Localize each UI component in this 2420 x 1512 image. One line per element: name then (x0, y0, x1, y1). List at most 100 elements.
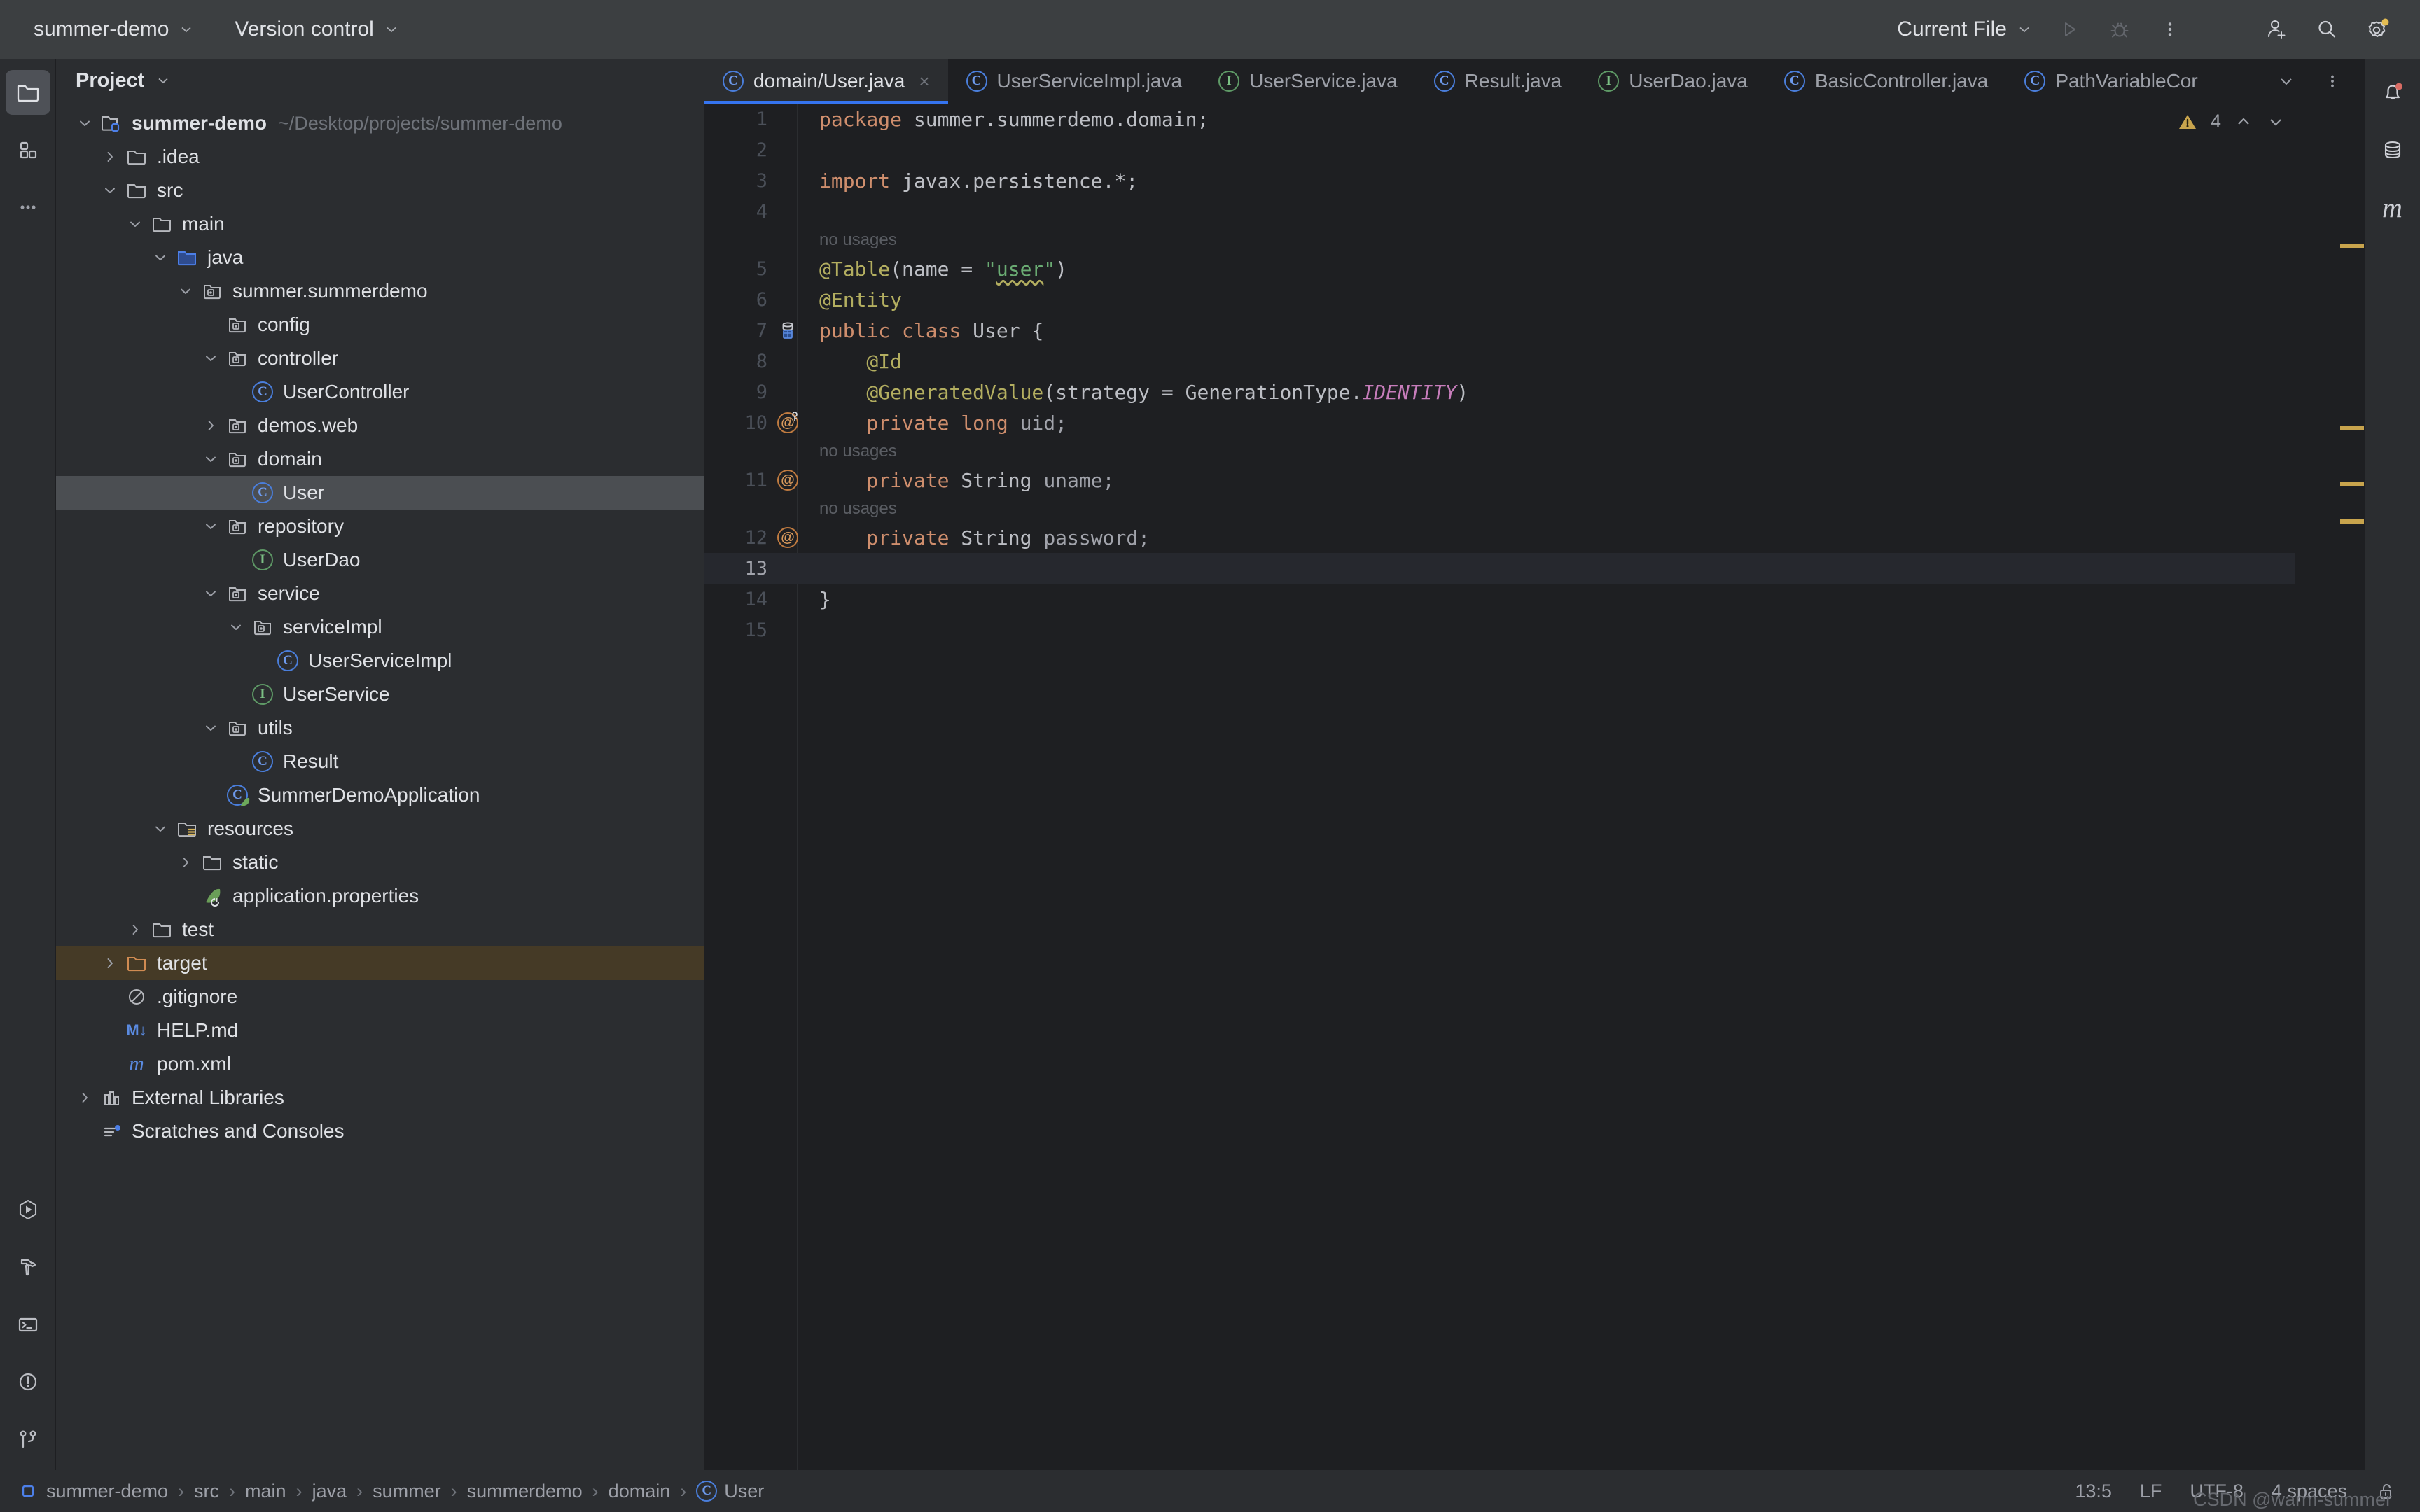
line-number[interactable]: 4 (704, 201, 772, 223)
line-number[interactable]: 6 (704, 289, 772, 311)
breadcrumb[interactable]: summer-demo › src › main › java › summer › summerd… (0, 1480, 764, 1502)
tree-expander[interactable] (199, 582, 223, 606)
code-line[interactable]: 12 @ private String password; (704, 522, 2295, 553)
tree-node-external-libraries[interactable]: External Libraries (56, 1081, 704, 1114)
inlay-hint[interactable]: no usages (704, 438, 2295, 465)
warning-stripe-marker[interactable] (2340, 482, 2364, 486)
code-line[interactable]: 9 @GeneratedValue(strategy = GenerationT… (704, 377, 2295, 407)
caret-position[interactable]: 13:5 (2075, 1480, 2112, 1502)
tree-expander[interactable] (199, 447, 223, 471)
line-number[interactable]: 14 (704, 589, 772, 610)
tree-expander[interactable] (224, 615, 248, 639)
gutter-icon[interactable]: @ (772, 527, 804, 548)
tree-expander[interactable] (98, 145, 122, 169)
code-lines[interactable]: 1 package summer.summerdemo.domain; 2 3 impo… (704, 104, 2295, 1478)
tree-expander[interactable] (123, 918, 147, 941)
line-number[interactable]: 8 (704, 351, 772, 372)
tree-expander[interactable] (174, 279, 197, 303)
inspection-widget[interactable]: 4 (2177, 111, 2286, 132)
tree-node-demos-web[interactable]: demos.web (56, 409, 704, 442)
version-control-selector[interactable]: Version control (226, 12, 407, 47)
tree-node-application-properties[interactable]: application.properties (56, 879, 704, 913)
run-button[interactable] (2047, 8, 2091, 51)
more-actions-button[interactable] (2148, 8, 2192, 51)
line-number[interactable]: 2 (704, 139, 772, 161)
settings-button[interactable] (2356, 8, 2399, 51)
breadcrumb-item[interactable]: src (194, 1480, 219, 1502)
run-tool-window-button[interactable] (6, 1187, 50, 1232)
previous-problem-icon[interactable] (2234, 112, 2253, 132)
tree-expander[interactable] (73, 111, 97, 135)
line-number[interactable]: 5 (704, 258, 772, 280)
project-selector[interactable]: summer-demo (25, 12, 202, 47)
tree-node-config[interactable]: config (56, 308, 704, 342)
line-number[interactable]: 3 (704, 170, 772, 192)
line-number[interactable]: 15 (704, 620, 772, 641)
problems-tool-window-button[interactable] (6, 1359, 50, 1404)
editor-tab-bar[interactable]: Cdomain/User.java × C UserServiceImpl.java I… (704, 59, 2364, 104)
breadcrumb-item[interactable]: java (312, 1480, 347, 1502)
tree-expander[interactable] (98, 178, 122, 202)
tree-node-resources[interactable]: resources (56, 812, 704, 846)
tree-expander[interactable] (148, 817, 172, 841)
unlocked-icon[interactable] (2375, 1480, 2396, 1502)
inlay-hint[interactable]: no usages (704, 496, 2295, 522)
tree-expander[interactable] (199, 346, 223, 370)
code-line[interactable]: 11 @ private String uname; (704, 465, 2295, 496)
warning-stripe-marker[interactable] (2340, 519, 2364, 524)
debug-button[interactable] (2098, 8, 2141, 51)
close-tab-icon[interactable]: × (919, 71, 929, 92)
file-encoding[interactable]: UTF-8 (2190, 1480, 2244, 1502)
terminal-tool-window-button[interactable] (6, 1302, 50, 1347)
code-line[interactable]: 2 (704, 134, 2295, 165)
tree-node-src[interactable]: src (56, 174, 704, 207)
tree-expander[interactable] (148, 246, 172, 270)
code-line[interactable]: 6 @Entity (704, 284, 2295, 315)
tree-node-serviceimpl[interactable]: serviceImpl (56, 610, 704, 644)
breadcrumb-item[interactable]: summer (373, 1480, 441, 1502)
tree-node-summer-demo[interactable]: summer-demo ~/Desktop/projects/summer-dem… (56, 106, 704, 140)
more-tool-windows-button[interactable] (6, 185, 50, 230)
database-tool-window-button[interactable] (2370, 127, 2415, 172)
tree-node-summerdemoapplication[interactable]: C SummerDemoApplication (56, 778, 704, 812)
breadcrumb-item[interactable]: domain (609, 1480, 671, 1502)
tree-expander[interactable] (199, 514, 223, 538)
run-configuration-selector[interactable]: Current File (1889, 12, 2040, 47)
project-panel-header[interactable]: Project (56, 59, 704, 102)
code-line[interactable]: 14} (704, 584, 2295, 615)
tree-expander[interactable] (123, 212, 147, 236)
git-tool-window-button[interactable] (6, 1417, 50, 1462)
structure-tool-window-button[interactable] (6, 127, 50, 172)
editor-tab-userserviceimpl-java[interactable]: C UserServiceImpl.java (948, 59, 1201, 104)
tree-expander[interactable] (73, 1086, 97, 1110)
tree-node--gitignore[interactable]: .gitignore (56, 980, 704, 1014)
tree-node-scratches-and-consoles[interactable]: Scratches and Consoles (56, 1114, 704, 1148)
indent-setting[interactable]: 4 spaces (2272, 1480, 2347, 1502)
tree-node-controller[interactable]: controller (56, 342, 704, 375)
editor-tab-userservice-java[interactable]: I UserService.java (1200, 59, 1416, 104)
breadcrumb-item[interactable]: main (245, 1480, 286, 1502)
tree-node-service[interactable]: service (56, 577, 704, 610)
maven-tool-window-button[interactable]: m (2370, 185, 2415, 230)
code-line[interactable]: 8 @Id (704, 346, 2295, 377)
tree-node-summer-summerdemo[interactable]: summer.summerdemo (56, 274, 704, 308)
code-line[interactable]: 15 (704, 615, 2295, 645)
editor-tab-domain-user-java[interactable]: Cdomain/User.java × (704, 59, 948, 104)
tree-node-userservice[interactable]: I UserService (56, 678, 704, 711)
warning-stripe-marker[interactable] (2340, 426, 2364, 430)
code-editor[interactable]: 1 package summer.summerdemo.domain; 2 3 impo… (704, 104, 2364, 1478)
breadcrumb-item[interactable]: C User (696, 1480, 764, 1502)
code-line[interactable]: 7 public class User { (704, 315, 2295, 346)
tree-expander[interactable] (98, 951, 122, 975)
line-number[interactable]: 9 (704, 382, 772, 403)
breadcrumb-item[interactable]: summerdemo (467, 1480, 583, 1502)
code-line[interactable]: 1 package summer.summerdemo.domain; (704, 104, 2295, 134)
tree-node-target[interactable]: target (56, 946, 704, 980)
line-number[interactable]: 12 (704, 527, 772, 549)
tab-list-button[interactable] (2265, 59, 2308, 103)
notifications-button[interactable] (2370, 70, 2415, 115)
gutter-icon[interactable] (772, 320, 804, 341)
gutter-icon[interactable]: @ (772, 412, 804, 433)
tree-node-test[interactable]: test (56, 913, 704, 946)
tree-node-repository[interactable]: repository (56, 510, 704, 543)
